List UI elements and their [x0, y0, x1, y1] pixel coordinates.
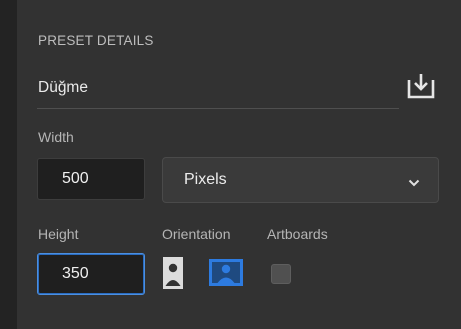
name-underline	[37, 108, 399, 109]
unit-select-value: Pixels	[184, 171, 227, 188]
height-input[interactable]: 350	[37, 253, 145, 295]
artboards-checkbox[interactable]	[271, 264, 291, 284]
orientation-label: Orientation	[162, 226, 231, 242]
preset-name-field[interactable]: Düğme	[38, 79, 88, 97]
portrait-orientation-icon	[163, 257, 183, 289]
left-divider	[0, 0, 17, 329]
artboards-label: Artboards	[267, 226, 328, 242]
portrait-orientation-button[interactable]	[162, 256, 198, 290]
save-preset-icon[interactable]	[405, 71, 437, 101]
landscape-orientation-icon	[209, 259, 243, 286]
width-input[interactable]: 500	[37, 158, 145, 200]
landscape-orientation-button[interactable]	[208, 258, 244, 292]
section-title: PRESET DETAILS	[38, 33, 154, 48]
width-label: Width	[38, 129, 74, 145]
chevron-down-icon	[408, 175, 420, 187]
height-label: Height	[38, 226, 79, 242]
unit-select[interactable]: Pixels	[162, 157, 439, 203]
